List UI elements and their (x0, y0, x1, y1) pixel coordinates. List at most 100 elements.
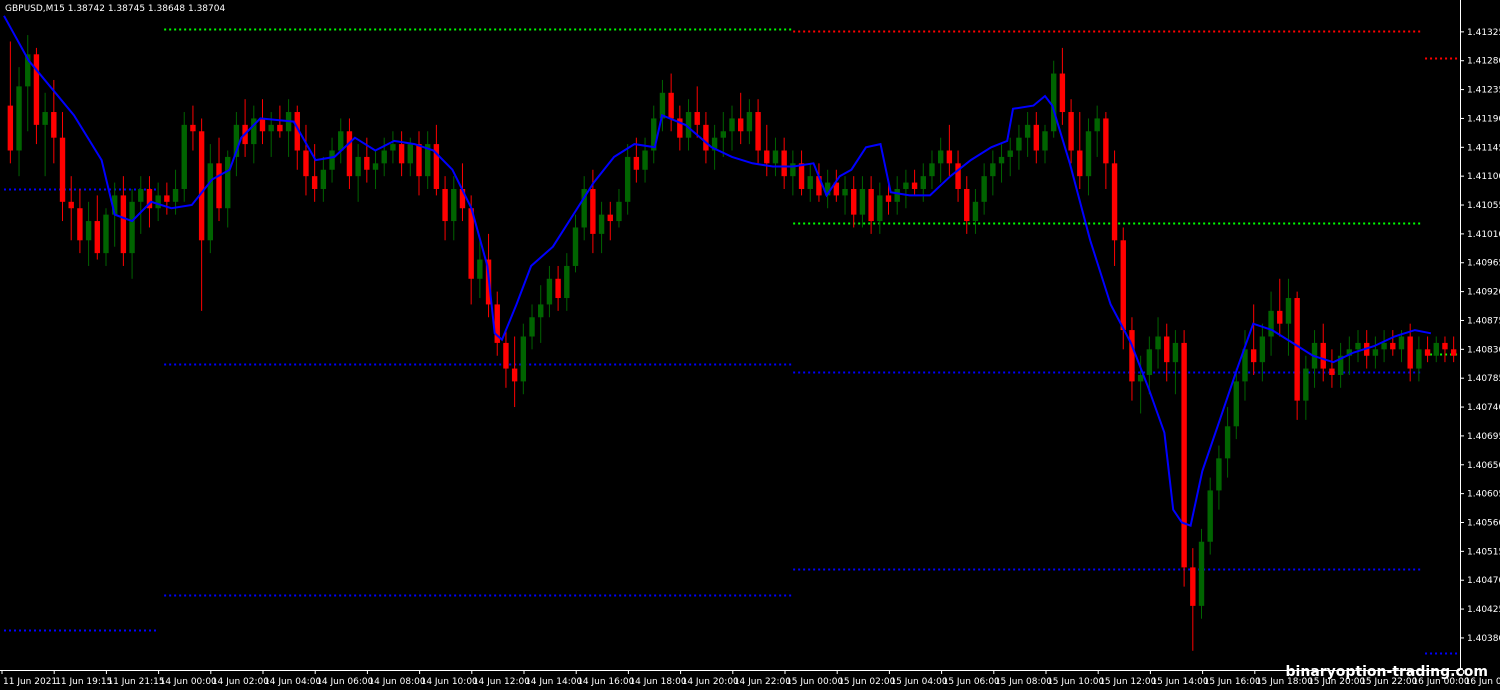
candle-body (181, 124, 187, 189)
candle-body (103, 214, 109, 254)
candle-body (364, 156, 370, 170)
bear-candle (398, 131, 405, 177)
y-tick-label: 1.40605 (1467, 490, 1500, 500)
chart-canvas[interactable]: 1.41325 1.41280 1.41235 1.41190 1.41145 1.411… (0, 0, 1500, 690)
candle-body (590, 188, 596, 234)
bull-candle (138, 176, 144, 234)
bear-candle (1424, 336, 1431, 363)
candle-body (798, 163, 805, 189)
candle-body (1111, 163, 1118, 241)
bull-candle (1311, 330, 1318, 388)
x-tick-label: 14 Jun 12:00 (473, 677, 530, 687)
y-tick-label: 1.40920 (1467, 288, 1500, 298)
x-tick-label: 15 Jun 04:00 (890, 677, 947, 687)
candle-body (1233, 381, 1239, 427)
bear-candle (946, 124, 953, 177)
candle-body (1172, 342, 1179, 363)
y-tick-label: 1.40560 (1467, 518, 1500, 528)
watermark: binaryoption-trading.com (1286, 664, 1488, 680)
candle-body (172, 188, 179, 202)
bull-candle (572, 214, 579, 273)
bull-candle (529, 304, 535, 350)
bull-candle (903, 169, 909, 209)
candle-body (1120, 240, 1126, 331)
bull-candle (1155, 317, 1161, 369)
bull-candle (790, 150, 796, 196)
bull-candle (972, 188, 979, 234)
candle-body (868, 188, 874, 222)
bear-candle (216, 137, 222, 222)
bear-candle (781, 137, 787, 189)
x-tick-label: 11 Jun 19:15 (55, 677, 112, 687)
candle-body (911, 182, 918, 189)
bull-candle (520, 323, 527, 395)
bear-candle (1077, 112, 1083, 189)
candle-body (1320, 342, 1326, 369)
x-tick-label: 15 Jun 02:00 (838, 677, 895, 687)
bull-candle (1051, 60, 1057, 138)
bull-candle (1303, 355, 1309, 420)
candle-body (1216, 458, 1222, 491)
candle-body (624, 156, 631, 202)
bear-candle (1250, 304, 1257, 375)
candle-body (129, 201, 135, 254)
bull-candle (1024, 112, 1031, 157)
candle-body (372, 163, 379, 170)
bear-candle (346, 118, 353, 189)
candle-body (642, 150, 648, 170)
candle-body (155, 195, 161, 209)
candle-body (1294, 298, 1300, 401)
candle-body (894, 188, 900, 202)
bull-candle (155, 182, 161, 222)
bull-candle (598, 201, 605, 254)
candle-body (407, 144, 413, 164)
bear-candle (607, 201, 613, 241)
bull-candle (42, 92, 48, 177)
candle-body (851, 188, 857, 215)
candle-body (1007, 150, 1013, 157)
bull-candle (616, 188, 622, 228)
candle-body (442, 188, 448, 222)
bear-candle (1294, 291, 1300, 420)
bear-candle (494, 291, 500, 356)
bear-candle (442, 176, 448, 241)
x-tick-label: 14 Jun 08:00 (368, 677, 425, 687)
bear-candle (433, 124, 440, 196)
candle-body (1381, 342, 1387, 350)
bear-candle (7, 41, 14, 164)
bull-candle (355, 144, 361, 202)
bull-candle (1355, 330, 1361, 363)
bull-candle (25, 35, 31, 132)
bull-candle (85, 201, 92, 266)
candle-body (990, 163, 996, 177)
candle-body (16, 86, 22, 151)
candle-body (607, 214, 613, 222)
bull-candle (1094, 105, 1100, 157)
bear-candle (198, 118, 205, 311)
ma-line (3, 15, 1432, 528)
bull-candle (990, 150, 996, 196)
bear-candle (694, 86, 700, 138)
bear-candle (68, 176, 74, 241)
price-chart[interactable]: 1.41325 1.41280 1.41235 1.41190 1.41145 1.411… (0, 0, 1500, 690)
bear-candle (503, 330, 509, 388)
candle-body (520, 336, 527, 382)
candle-body (1033, 124, 1040, 151)
bear-candle (955, 150, 961, 202)
candle-body (346, 131, 353, 177)
bull-candle (538, 285, 544, 343)
bear-candle (294, 105, 300, 170)
candle-body (1442, 342, 1448, 350)
candle-body (1137, 374, 1144, 382)
candle-body (703, 124, 709, 151)
bull-candle (424, 131, 431, 189)
bull-candle (624, 144, 631, 215)
candle-body (85, 221, 92, 241)
bull-candle (842, 176, 848, 215)
bear-candle (77, 188, 83, 254)
bear-candle (1059, 47, 1066, 125)
candle-body (1059, 73, 1066, 113)
bull-candle (338, 118, 344, 164)
y-tick-label: 1.40380 (1467, 634, 1500, 644)
candle-body (1129, 330, 1135, 382)
